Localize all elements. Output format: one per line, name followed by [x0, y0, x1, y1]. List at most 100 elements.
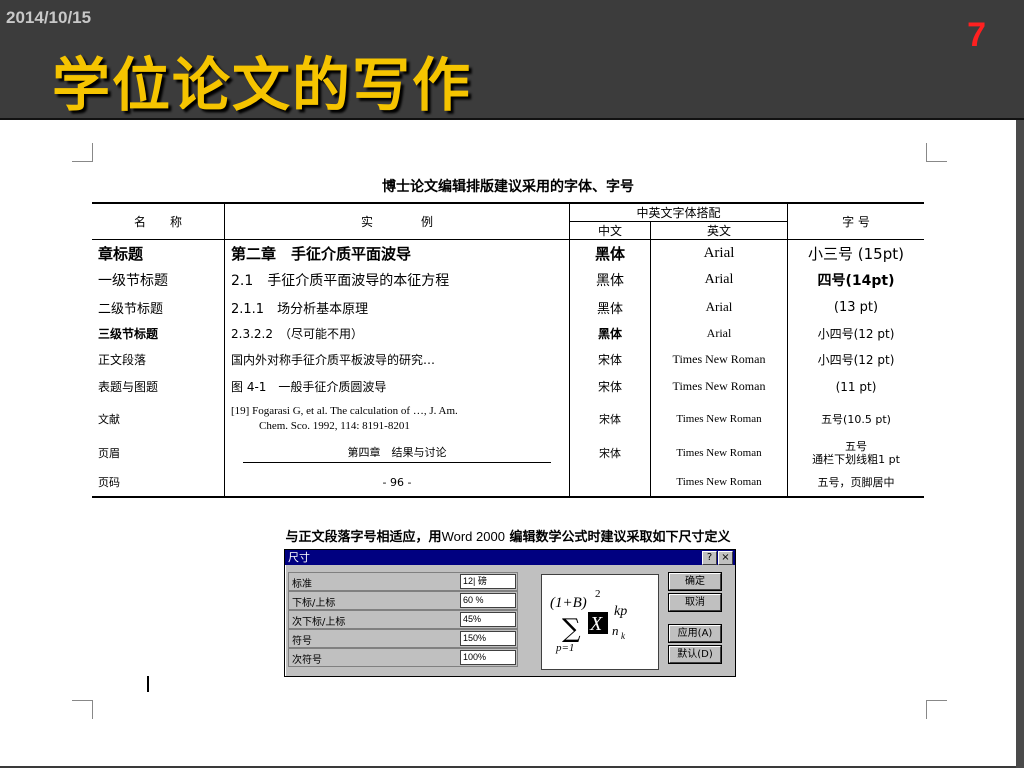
row-size: 小三号 (15pt)	[808, 244, 904, 263]
slide-title: 学位论文的写作	[52, 51, 473, 119]
help-button[interactable]: ?	[702, 551, 717, 565]
size-line-1: 五号	[845, 440, 867, 453]
row-name: 文献	[92, 400, 225, 438]
slide-page-number: 7	[967, 16, 986, 54]
row-example: 2.1.1 场分析基本原理	[224, 294, 570, 320]
row-en-font: Arial	[650, 239, 788, 266]
row-en-font: Times New Roman	[650, 373, 788, 400]
document-scrollbar[interactable]	[1016, 120, 1024, 768]
row-example: 2.3.2.2 （尽可能不用）	[224, 320, 570, 346]
row-name: 表题与图题	[92, 373, 225, 400]
reference-line-1: [19] Fogarasi G, et al. The calculation …	[231, 405, 458, 417]
row-example: 第二章 手征介质平面波导	[224, 239, 570, 266]
table-row: 章标题 第二章 手征介质平面波导 黑体 Arial 小三号 (15pt)	[92, 239, 924, 266]
margin-corner-mark	[72, 143, 93, 162]
text-cursor	[147, 676, 149, 692]
row-en-font: Arial	[650, 266, 788, 294]
preview-exponent: 2	[595, 588, 601, 600]
slide-header: 2014/10/15 学位论文的写作 7	[0, 0, 1024, 120]
size-field-subscript: 下标/上标 60 %	[288, 591, 518, 610]
row-name: 页码	[92, 468, 225, 498]
apply-button[interactable]: 应用(A)	[668, 624, 722, 643]
table-row: 三级节标题 2.3.2.2 （尽可能不用） 黑体 Arial 小四号(12 pt…	[92, 320, 924, 346]
row-size: 五号 通栏下划线粗1 pt	[788, 438, 925, 468]
row-example: 国内外对称手征介质平板波导的研究…	[224, 346, 570, 373]
slide-date: 2014/10/15	[6, 8, 92, 27]
row-en-font: Arial	[650, 320, 788, 346]
preview-subscript: n	[612, 623, 619, 638]
row-name: 三级节标题	[92, 320, 225, 346]
row-name: 一级节标题	[92, 266, 225, 294]
size-line-2: 通栏下划线粗1 pt	[812, 453, 900, 466]
field-label: 标准	[292, 579, 312, 590]
margin-corner-mark	[72, 700, 93, 719]
row-en-font: Times New Roman	[650, 346, 788, 373]
row-zh-font: 宋体	[569, 373, 651, 400]
preview-sub-subscript: k	[621, 631, 626, 641]
row-zh-font: 宋体	[569, 346, 651, 373]
default-button[interactable]: 默认(D)	[668, 645, 722, 664]
table-row: 页眉 第四章 结果与讨论 宋体 Times New Roman 五号 通栏下划线…	[92, 438, 924, 468]
note-part-1: 与正文段落字号相适应，用	[285, 530, 442, 545]
size-field-standard: 标准 12| 磅	[288, 572, 518, 591]
table-row: 正文段落 国内外对称手征介质平板波导的研究… 宋体 Times New Roma…	[92, 346, 924, 373]
row-zh-font: 宋体	[569, 438, 651, 468]
row-zh-font: 黑体	[569, 239, 651, 266]
header-font-pair: 中英文字体搭配	[569, 202, 788, 222]
header-chinese: 中文	[569, 221, 651, 240]
table-row: 表题与图题 图 4-1 一般手征介质圆波导 宋体 Times New Roman…	[92, 373, 924, 400]
row-size: 五号，页脚居中	[787, 468, 924, 498]
field-label: 次符号	[292, 655, 322, 666]
field-input[interactable]: 12| 磅	[460, 574, 516, 589]
field-label: 符号	[292, 636, 312, 647]
dialog-titlebar[interactable]: 尺寸 ? ×	[285, 550, 735, 565]
row-en-font: Times New Roman	[650, 468, 788, 498]
header-name: 名 称	[92, 202, 225, 240]
cancel-button[interactable]: 取消	[668, 593, 722, 612]
row-example: [19] Fogarasi G, et al. The calculation …	[224, 400, 570, 438]
field-input[interactable]: 100%	[460, 650, 516, 665]
row-size: 四号(14pt)	[817, 273, 895, 289]
margin-corner-mark	[926, 143, 947, 162]
row-example: 图 4-1 一般手征介质圆波导	[224, 373, 570, 400]
dialog-title: 尺寸	[288, 551, 310, 564]
field-input[interactable]: 45%	[460, 612, 516, 627]
row-name: 二级节标题	[92, 294, 225, 320]
table-caption: 博士论文编辑排版建议采用的字体、字号	[382, 179, 634, 195]
table-row: 页码 - 96 - Times New Roman 五号，页脚居中	[92, 468, 924, 498]
size-dialog: 尺寸 ? × 标准 12| 磅 下标/上标 60 % 次下标/上标 45% 符号…	[284, 549, 736, 677]
ok-button[interactable]: 确定	[668, 572, 722, 591]
row-zh-font	[569, 468, 651, 498]
row-example: 2.1 手征介质平面波导的本征方程	[224, 266, 570, 294]
header-english: 英文	[650, 221, 788, 240]
field-label: 次下标/上标	[292, 617, 346, 628]
row-example: 第四章 结果与讨论	[224, 438, 570, 468]
row-zh-font: 黑体	[569, 320, 651, 346]
row-zh-font: 宋体	[569, 400, 651, 438]
field-input[interactable]: 150%	[460, 631, 516, 646]
row-name: 页眉	[92, 438, 225, 468]
row-size: 小四号(12 pt)	[817, 326, 895, 341]
font-spec-table: 名 称 实 例 中英文字体搭配 字 号 中文 英文 章标题 第二章 手征介质平面…	[92, 202, 924, 498]
close-button[interactable]: ×	[718, 551, 733, 565]
table-row: 一级节标题 2.1 手征介质平面波导的本征方程 黑体 Arial 四号(14pt…	[92, 266, 924, 294]
note-part-2: Word 2000	[441, 529, 505, 544]
header-sample: 第四章 结果与讨论	[243, 444, 551, 463]
preview-variable: X	[589, 613, 603, 635]
row-name: 章标题	[92, 239, 225, 266]
field-input[interactable]: 60 %	[460, 593, 516, 608]
field-label: 下标/上标	[292, 598, 336, 609]
reference-line-2: Chem. Sco. 1992, 114: 8191-8201	[259, 420, 410, 432]
preview-sum: ∑	[562, 614, 581, 644]
row-en-font: Times New Roman	[650, 400, 788, 438]
preview-lower-limit: p=1	[555, 642, 574, 654]
row-size: (11 pt)	[835, 379, 877, 394]
formula-preview-graphic: (1+B) 2 ∑ p=1 X kp n k	[550, 588, 627, 654]
row-en-font: Arial	[650, 294, 788, 320]
header-example: 实 例	[224, 202, 570, 240]
row-en-font: Times New Roman	[650, 438, 788, 468]
size-field-sub-symbol: 次符号 100%	[288, 648, 518, 667]
note-part-3: 编辑数学公式时建议采取如下尺寸定义	[504, 530, 731, 545]
preview-base: (1+B)	[550, 595, 587, 611]
row-zh-font: 黑体	[569, 266, 651, 294]
